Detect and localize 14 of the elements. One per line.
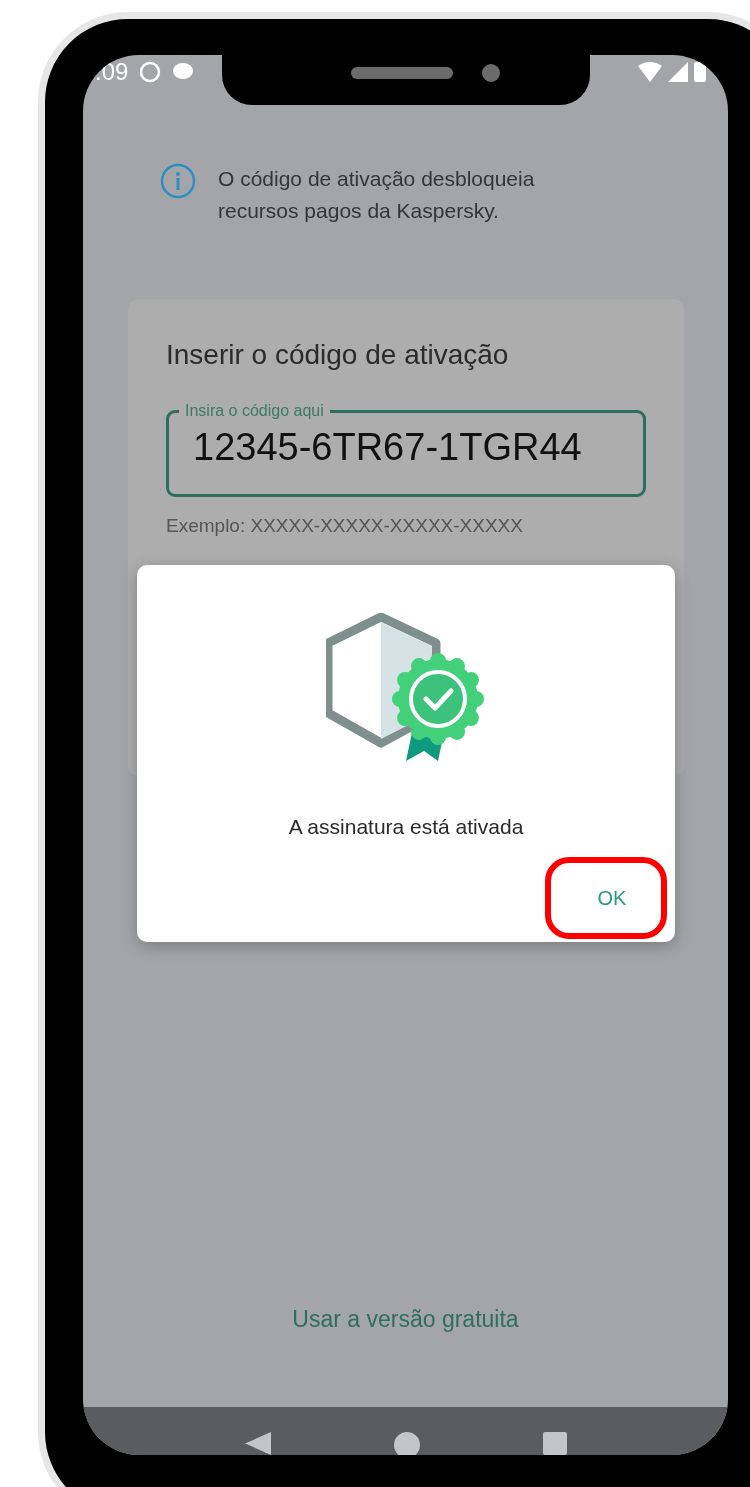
free-version-link[interactable]: Usar a versão gratuita — [292, 1306, 519, 1333]
info-text: O código de ativação desbloqueia recursos pagos da Kaspersky. — [218, 166, 536, 224]
front-camera — [482, 64, 500, 82]
recents-icon[interactable] — [542, 1432, 567, 1455]
dialog-message: A assinatura está ativada — [288, 815, 524, 839]
back-icon[interactable] — [244, 1432, 271, 1455]
card-title: Inserir o código de ativação — [166, 339, 510, 371]
battery-icon — [694, 62, 706, 82]
ok-button[interactable]: OK — [545, 857, 667, 939]
example-text: Exemplo: XXXXX-XXXXX-XXXXX-XXXXX — [166, 515, 524, 537]
code-input-field[interactable]: Insira o código aqui 12345-6TR67-1TGR44 — [166, 401, 646, 497]
signal-icon — [668, 62, 688, 82]
home-icon[interactable] — [393, 1432, 420, 1455]
info-icon — [160, 163, 196, 199]
